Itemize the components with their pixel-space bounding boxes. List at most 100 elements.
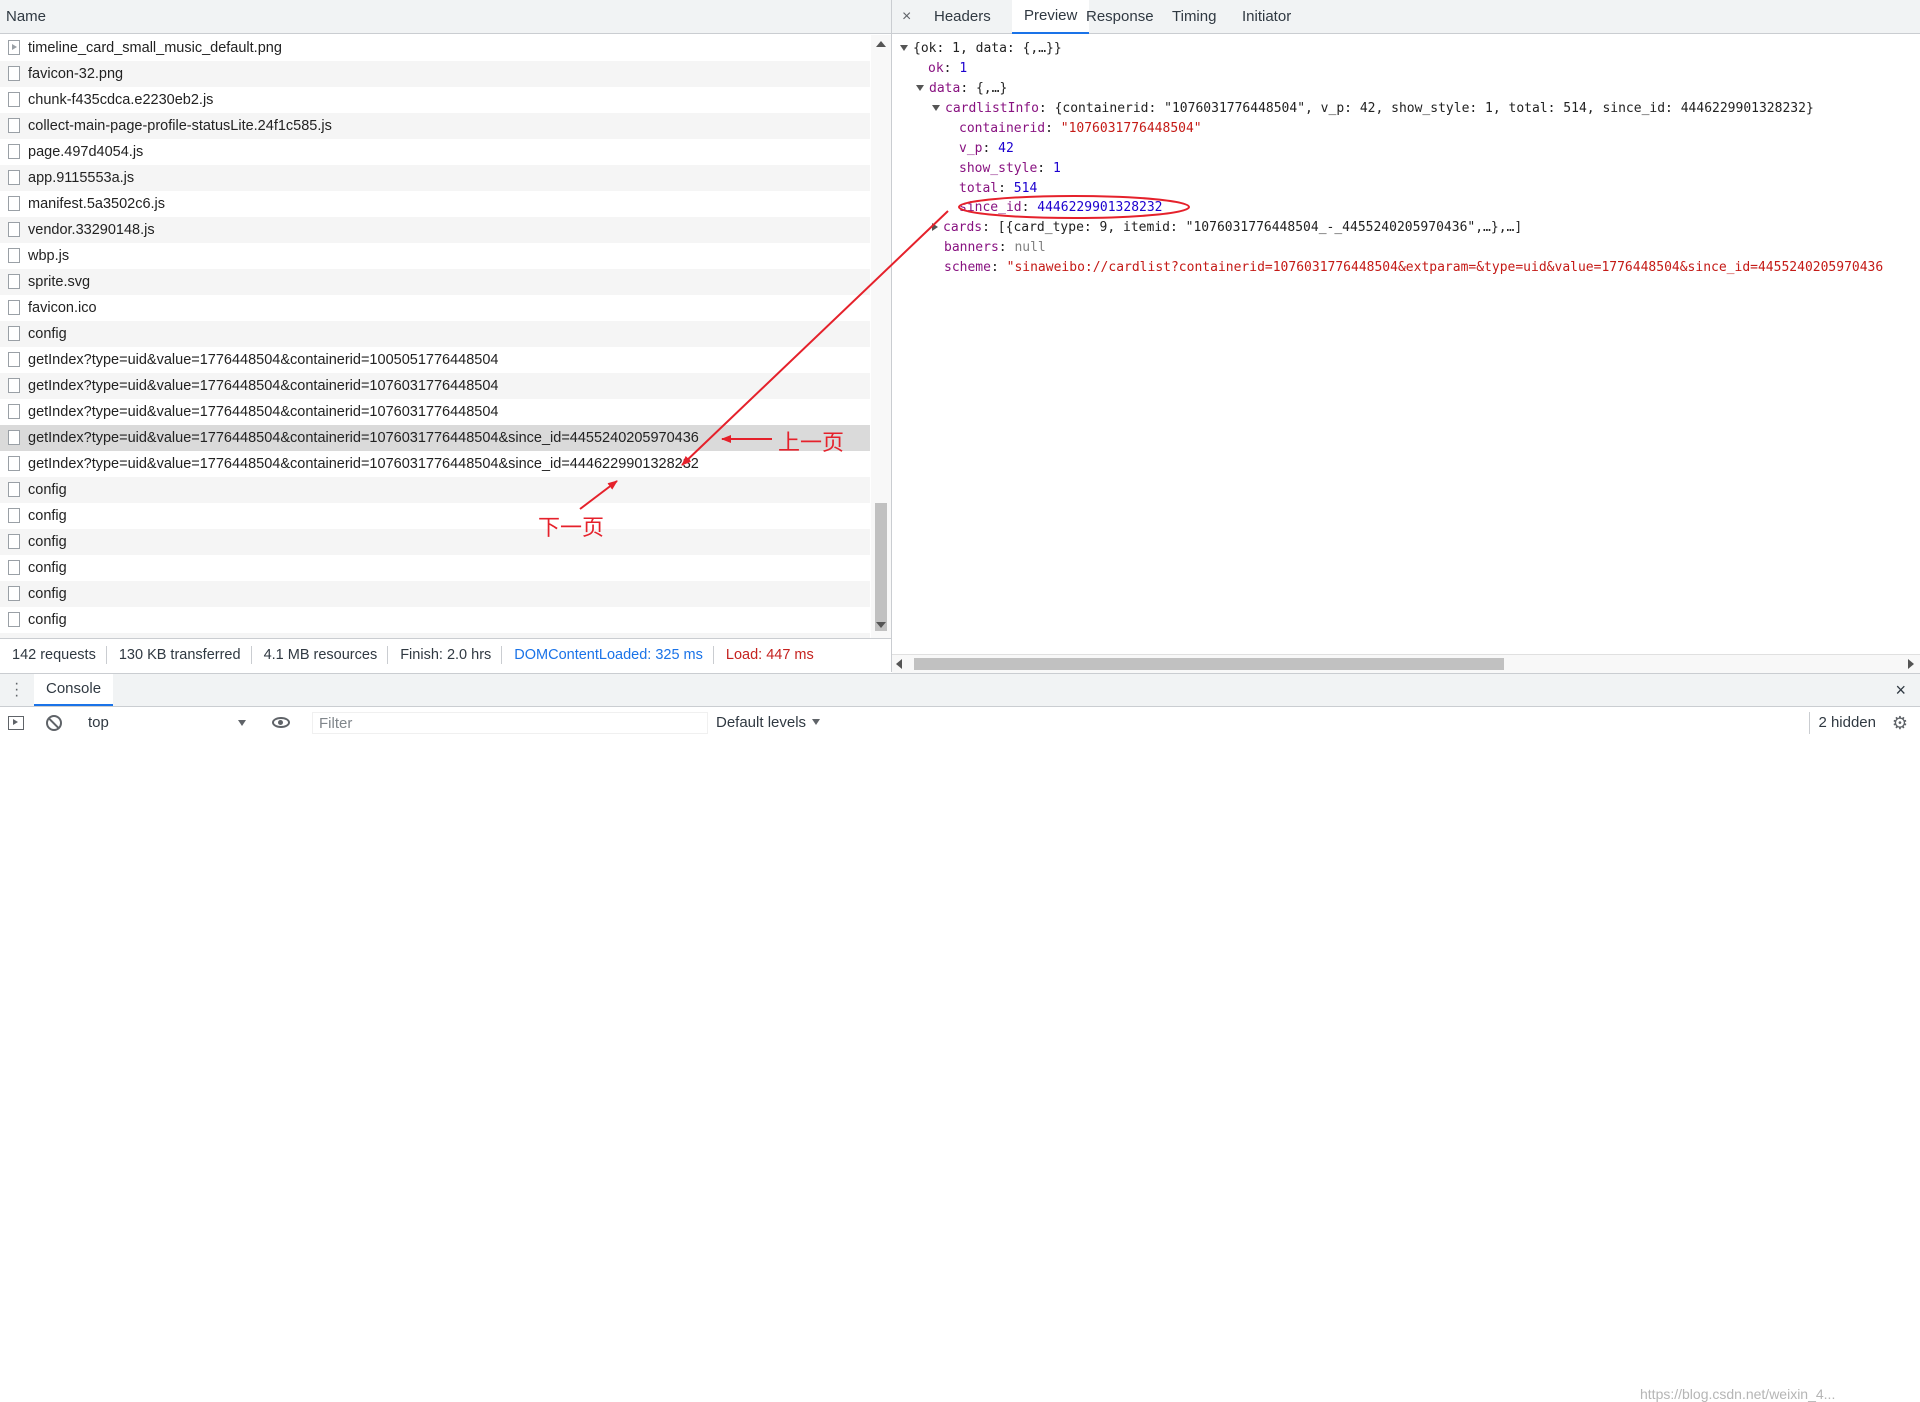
request-row[interactable]: vendor.33290148.js [0,217,870,243]
scroll-up-icon[interactable] [876,41,886,47]
transferred-size: 130 KB transferred [107,646,252,664]
console-filter-input[interactable]: Filter [312,712,708,734]
file-icon [8,118,20,133]
request-name: config [28,612,67,628]
scroll-left-icon[interactable] [896,659,902,669]
request-name: chunk-f435cdca.e2230eb2.js [28,92,214,108]
tree-data[interactable]: data: {,…} [916,79,1007,99]
request-row[interactable]: wbp.js [0,243,870,269]
request-name: favicon-32.png [28,66,124,82]
request-name: page.497d4054.js [28,144,144,160]
request-row[interactable]: config [0,581,870,607]
gear-icon[interactable]: ⚙ [1892,713,1908,733]
collapse-triangle-icon[interactable] [932,223,938,231]
tree-root[interactable]: {ok: 1, data: {,…}} [900,39,1062,59]
tab-preview[interactable]: Preview [1012,0,1090,34]
request-name: config [28,586,67,602]
request-row[interactable]: app.9115553a.js [0,165,870,191]
file-icon [8,534,20,549]
file-icon [8,300,20,315]
watermark: https://blog.csdn.net/weixin_4... [1640,1386,1836,1402]
scroll-down-icon[interactable] [876,622,886,628]
request-list-scrollbar[interactable] [871,35,891,638]
file-icon [8,326,20,341]
request-row[interactable]: favicon-32.png [0,61,870,87]
request-row[interactable]: getIndex?type=uid&value=1776448504&conta… [0,373,870,399]
tree-cardlistinfo[interactable]: cardlistInfo: {containerid: "10760317764… [932,99,1814,119]
request-name: vendor.33290148.js [28,222,155,238]
request-row[interactable]: manifest.5a3502c6.js [0,191,870,217]
detail-tabbar: × Headers Preview Response Timing Initia… [892,0,1920,34]
request-row[interactable]: favicon.ico [0,295,870,321]
request-name: getIndex?type=uid&value=1776448504&conta… [28,352,499,368]
file-icon [8,196,20,211]
clear-console-icon[interactable] [46,715,62,731]
request-row[interactable]: getIndex?type=uid&value=1776448504&conta… [0,451,870,477]
file-icon [8,456,20,471]
request-row[interactable]: timeline_card_small_music_default.png [0,35,870,61]
request-row[interactable]: getIndex?type=uid&value=1776448504&conta… [0,347,870,373]
network-panel: Name timeline_card_small_music_default.p… [0,0,892,672]
tab-initiator[interactable]: Initiator [1242,0,1291,34]
request-row[interactable]: sprite.svg [0,269,870,295]
expand-triangle-icon[interactable] [932,105,940,111]
show-sidebar-icon[interactable] [8,716,24,730]
scrollbar-thumb[interactable] [914,658,1504,670]
scroll-right-icon[interactable] [1908,659,1914,669]
request-row[interactable]: config [0,607,870,633]
request-row[interactable]: config [0,321,870,347]
prev-page-label: 上一页 [778,431,845,456]
tab-console[interactable]: Console [34,674,114,706]
request-row[interactable]: config [0,555,870,581]
preview-horizontal-scrollbar[interactable] [892,654,1920,673]
file-icon [8,170,20,185]
request-row[interactable]: config [0,503,870,529]
network-summary-bar: 142 requests 130 KB transferred 4.1 MB res… [0,638,891,672]
tree-total: total: 514 [959,181,1038,196]
file-icon [8,404,20,419]
expand-triangle-icon[interactable] [900,45,908,51]
request-detail-panel: × Headers Preview Response Timing Initia… [892,0,1920,673]
json-preview-tree: {ok: 1, data: {,…}} ok: 1 data: {,…} car… [892,34,1920,654]
request-row[interactable]: config [0,477,870,503]
request-row[interactable]: page.497d4054.js [0,139,870,165]
request-name: config [28,508,67,524]
request-list: timeline_card_small_music_default.pngfav… [0,35,870,638]
hidden-messages-count: 2 hidden [1809,712,1876,734]
image-file-icon [8,40,20,55]
tree-cards[interactable]: cards: [{card_type: 9, itemid: "10760317… [932,218,1522,238]
finish-time: Finish: 2.0 hrs [388,646,503,664]
request-row[interactable]: getIndex?type=uid&value=1776448504&conta… [0,399,870,425]
scrollbar-thumb[interactable] [875,503,887,631]
request-name: favicon.ico [28,300,97,316]
request-name: config [28,560,67,576]
file-icon [8,352,20,367]
tab-response[interactable]: Response [1086,0,1154,34]
request-row[interactable]: config [0,529,870,555]
context-selector[interactable]: top [78,712,250,734]
file-icon [8,378,20,393]
file-icon [8,482,20,497]
request-row[interactable]: collect-main-page-profile-statusLite.24f… [0,113,870,139]
expand-triangle-icon[interactable] [916,85,924,91]
request-row[interactable]: getIndex?type=uid&value=1776448504&conta… [0,425,870,451]
request-name: timeline_card_small_music_default.png [28,40,282,56]
file-icon [8,144,20,159]
request-row[interactable]: chunk-f435cdca.e2230eb2.js [0,87,870,113]
tree-v-p: v_p: 42 [959,141,1014,156]
request-count: 142 requests [0,646,107,664]
request-name: manifest.5a3502c6.js [28,196,166,212]
live-expression-eye-icon[interactable] [272,717,290,728]
file-icon [8,222,20,237]
more-tools-icon[interactable]: · · · [14,676,19,704]
name-column-header[interactable]: Name [0,0,891,34]
tab-headers[interactable]: Headers [934,0,991,34]
tree-show-style: show_style: 1 [959,161,1061,176]
close-icon[interactable]: × [902,0,911,34]
file-icon [8,508,20,523]
file-icon [8,92,20,107]
tree-scheme: scheme: "sinaweibo://cardlist?containeri… [944,260,1884,275]
log-levels-dropdown[interactable]: Default levels [716,712,821,734]
close-drawer-icon[interactable]: × [1895,674,1906,706]
tab-timing[interactable]: Timing [1172,0,1216,34]
